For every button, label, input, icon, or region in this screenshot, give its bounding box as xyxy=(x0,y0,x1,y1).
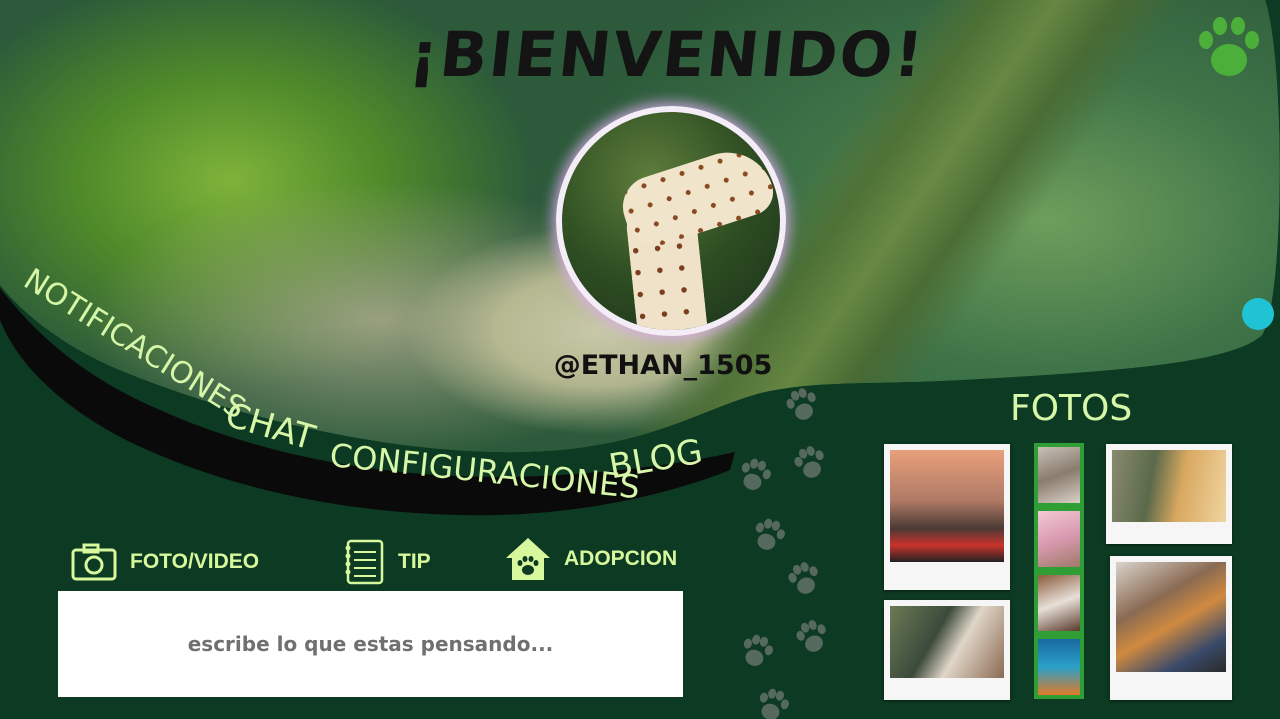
tip-button[interactable]: TIP xyxy=(342,538,431,586)
notebook-icon xyxy=(345,539,384,585)
photo-woman-cat xyxy=(1116,562,1226,672)
adopcion-label: ADOPCION xyxy=(564,547,678,570)
gallery-photo[interactable] xyxy=(1110,556,1232,700)
decorative-dot xyxy=(1242,298,1274,330)
photo-golden-retriever xyxy=(1112,450,1226,522)
pet-house-icon xyxy=(506,538,550,580)
gallery-photo[interactable] xyxy=(884,444,1010,590)
camera-icon xyxy=(71,543,117,581)
welcome-title: ¡BIENVENIDO! xyxy=(406,18,929,91)
paw-trail-decoration xyxy=(741,388,826,719)
gallery-title: FOTOS xyxy=(1010,388,1133,429)
photo-rabbit xyxy=(1038,575,1080,631)
photo-video-button[interactable]: FOTO/VIDEO xyxy=(70,542,259,582)
photo-video-label: FOTO/VIDEO xyxy=(130,550,260,573)
gallery-film-strip[interactable] xyxy=(1034,443,1084,699)
profile-username: @ETHAN_1505 xyxy=(553,350,773,381)
gallery-photo[interactable] xyxy=(1106,444,1232,544)
profile-avatar[interactable] xyxy=(556,106,786,336)
photo-aquarium xyxy=(1038,639,1080,695)
photo-man-hugging-dog xyxy=(890,606,1004,678)
adopcion-button[interactable]: ADOPCION xyxy=(504,536,677,582)
photo-girl-rabbit xyxy=(1038,511,1080,567)
post-input[interactable]: escribe lo que estas pensando... xyxy=(58,591,683,697)
photo-dog-man-sunset xyxy=(890,450,1004,562)
paw-logo-icon xyxy=(1199,17,1259,76)
photo-dog-cat xyxy=(1038,447,1080,503)
tip-label: TIP xyxy=(398,550,431,573)
gallery-photo[interactable] xyxy=(884,600,1010,700)
